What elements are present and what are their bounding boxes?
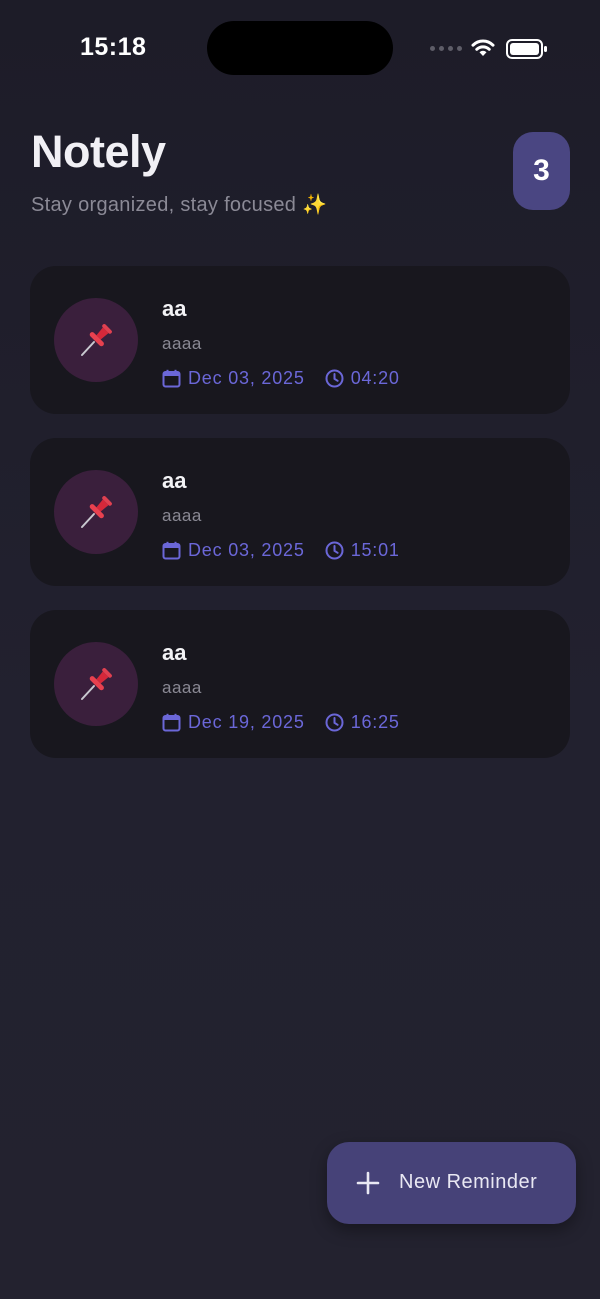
reminder-time: 04:20 [350,368,400,388]
wifi-icon [471,39,495,56]
clock-icon [325,541,344,560]
calendar-icon [162,369,181,388]
reminder-description: aaaa [162,506,202,525]
dynamic-island [207,21,393,75]
reminder-date: Dec 03, 2025 [188,368,305,388]
signal-dots-icon [430,46,462,51]
reminder-list: aa aaaa Dec 03, 2025 04:20 aa aaaa Dec 0… [30,266,570,782]
clock-icon [325,713,344,732]
app-subtitle: Stay organized, stay focused ✨ [31,194,328,216]
reminder-description: aaaa [162,334,202,353]
battery-icon [506,39,547,59]
reminder-meta: Dec 19, 2025 16:25 [162,712,400,733]
reminder-description: aaaa [162,678,202,697]
new-reminder-label: New Reminder [399,1171,538,1193]
reminder-card[interactable]: aa aaaa Dec 03, 2025 04:20 [30,266,570,414]
app-title: Notely [31,126,166,177]
reminder-time: 16:25 [350,712,400,732]
plus-icon [356,1171,380,1195]
reminder-title: aa [162,640,187,665]
pushpin-icon [54,470,138,554]
status-time: 15:18 [80,33,147,61]
pushpin-icon [54,642,138,726]
reminder-title: aa [162,468,187,493]
reminder-count-badge: 3 [513,132,570,210]
reminder-card[interactable]: aa aaaa Dec 19, 2025 16:25 [30,610,570,758]
status-bar: 15:18 [0,0,600,96]
reminder-date: Dec 03, 2025 [188,540,305,560]
pushpin-icon [54,298,138,382]
status-icons [430,36,550,62]
reminder-card[interactable]: aa aaaa Dec 03, 2025 15:01 [30,438,570,586]
reminder-meta: Dec 03, 2025 04:20 [162,368,400,389]
new-reminder-button[interactable]: New Reminder [327,1142,576,1224]
calendar-icon [162,541,181,560]
app-screen: 15:18 Notely Stay organized, stay focuse… [0,0,600,1299]
reminder-title: aa [162,296,187,321]
reminder-time: 15:01 [350,540,400,560]
clock-icon [325,369,344,388]
reminder-meta: Dec 03, 2025 15:01 [162,540,400,561]
calendar-icon [162,713,181,732]
reminder-date: Dec 19, 2025 [188,712,305,732]
